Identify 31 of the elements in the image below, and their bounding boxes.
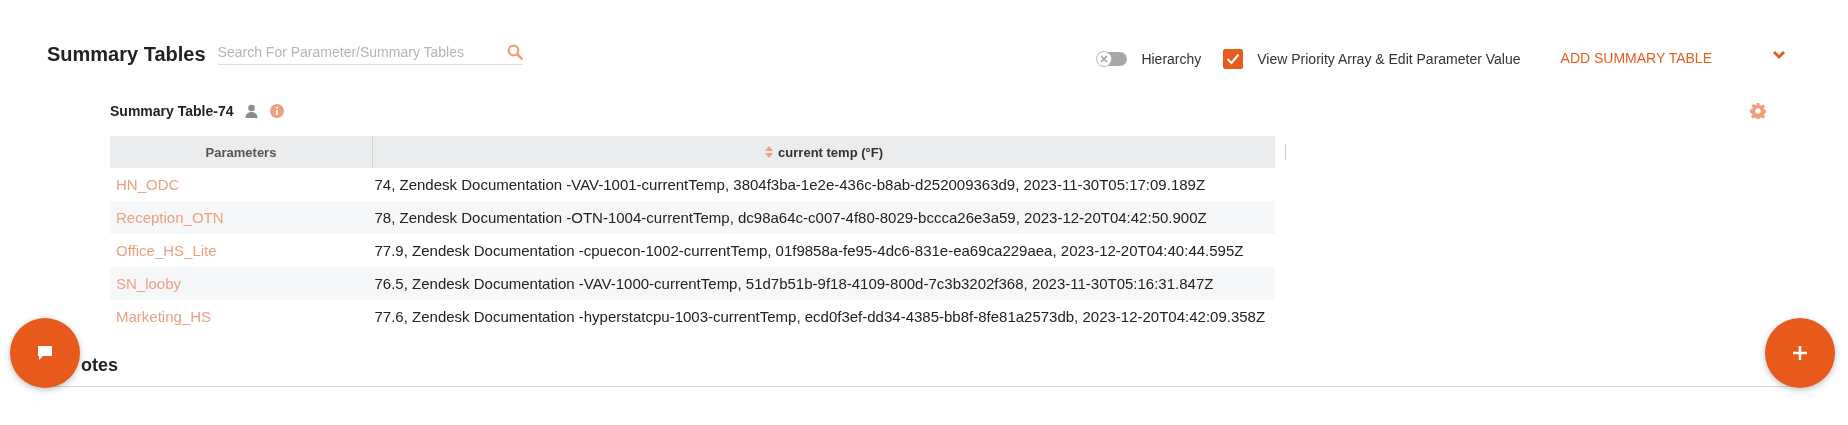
add-summary-table-button[interactable]: ADD SUMMARY TABLE [1560, 48, 1712, 68]
info-icon[interactable] [270, 104, 285, 118]
view-priority-checkbox[interactable] [1223, 49, 1244, 69]
hierarchy-toggle[interactable] [1097, 52, 1128, 66]
section-title: Summary Tables [47, 42, 206, 66]
table-cell: 77.9, Zendesk Documentation -cpuecon-1002-currentTemp, 01f9858a-fe95-4dc6-831e-ea69ca229aea, 2023-12-20T04:40:44.595Z [372, 234, 1276, 267]
column-header[interactable]: Parameters [110, 136, 373, 168]
section-title: otes [81, 355, 118, 375]
add-button[interactable] [1765, 318, 1835, 388]
table-cell: 78, Zendesk Documentation -OTN-1004-currentTemp, dc98a64c-c007-4f80-8029-bccca26e3a59, 2023-12-20T04:42:50.900Z [372, 201, 1276, 234]
summary-table-title: Summary Table-74 [110, 103, 234, 119]
column-header[interactable]: current temp (°F) [372, 136, 1276, 168]
user-icon[interactable] [245, 104, 259, 118]
close-icon [1100, 55, 1109, 63]
settings-icon[interactable] [1750, 103, 1766, 119]
table-cell: 77.6, Zendesk Documentation -hyperstatcpu-1003-currentTemp, ecd0f3ef-dd34-4385-bb8f-8fe81a2573db, 2023-12-20T04:42:09.358Z [372, 300, 1276, 333]
parameter-link[interactable]: SN_looby [110, 267, 373, 300]
parameter-link[interactable]: HN_ODC [110, 168, 373, 201]
chat-button[interactable] [10, 318, 80, 388]
chevron-down-icon[interactable] [1772, 50, 1786, 60]
parameter-link[interactable]: Office_HS_Lite [110, 234, 373, 267]
chat-icon [37, 345, 53, 361]
parameter-link[interactable]: Marketing_HS [110, 300, 373, 333]
parameter-link[interactable]: Reception_OTN [110, 201, 373, 234]
search-icon[interactable] [506, 43, 523, 60]
sort-icon[interactable] [765, 145, 774, 158]
table-cell: 76.5, Zendesk Documentation -VAV-1000-currentTemp, 51d7b51b-9f18-4109-800d-7c3b3202f368, 2023-11-30T05:16:31.847Z [372, 267, 1276, 300]
plus-icon [1793, 346, 1807, 360]
hierarchy-label: Hierarchy [1141, 51, 1202, 67]
table-cell: 74, Zendesk Documentation -VAV-1001-currentTemp, 3804f3ba-1e2e-436c-b8ab-d252009363d9, 2023-11-30T05:17:09.189Z [372, 168, 1276, 201]
view-priority-label: View Priority Array & Edit Parameter Value [1257, 51, 1521, 67]
